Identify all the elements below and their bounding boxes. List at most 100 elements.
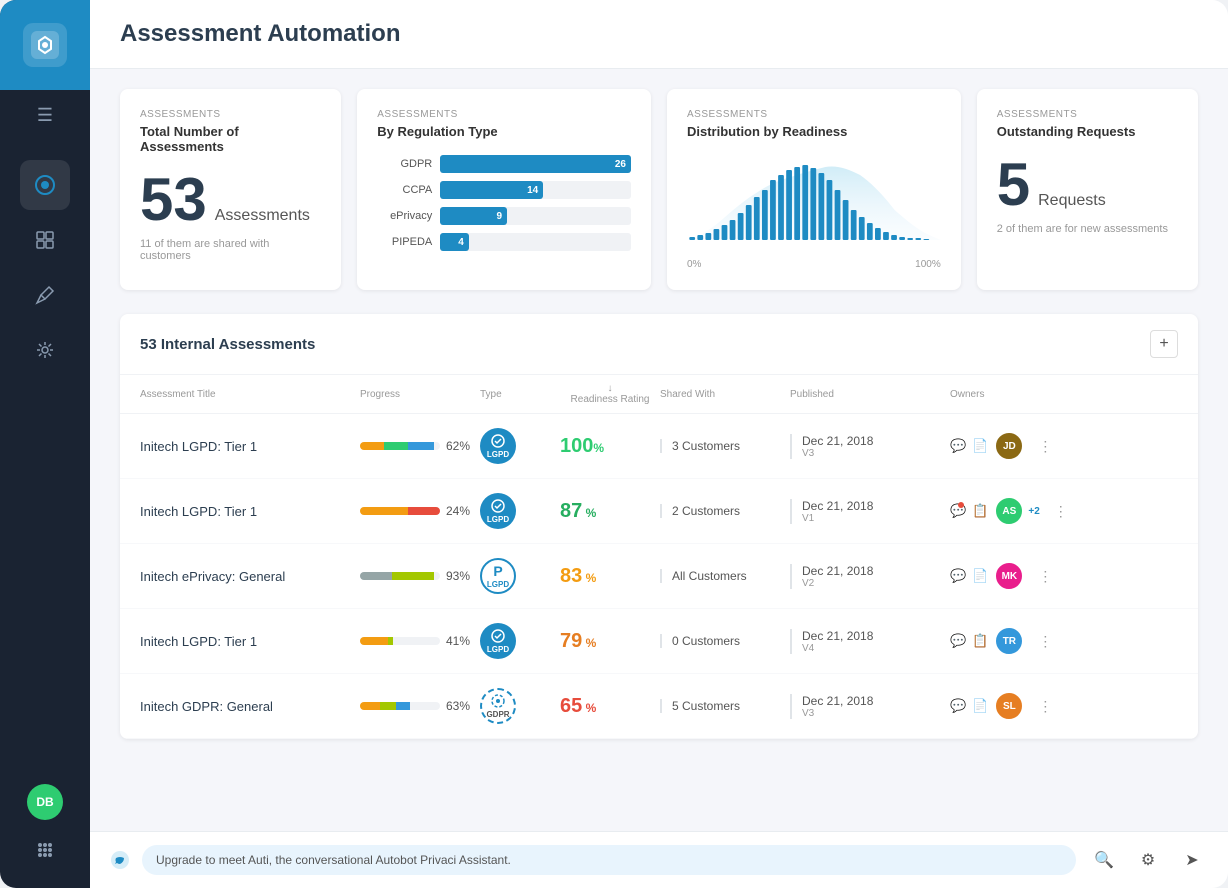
dist-chart-svg <box>687 155 941 245</box>
bar-fill-eprivacy: 9 <box>440 207 507 225</box>
sidebar-item-settings[interactable] <box>20 325 70 375</box>
row-4-title: Initech LGPD: Tier 1 <box>140 634 360 649</box>
page-header: Assessment Automation <box>90 0 1228 69</box>
row-3-progress-pct: 93% <box>446 569 470 583</box>
row-5-title: Initech GDPR: General <box>140 699 360 714</box>
sidebar-navigation <box>20 140 70 784</box>
col-owners: Owners <box>950 389 1030 400</box>
row-5-doc-icon[interactable]: 📄 <box>972 695 988 717</box>
row-2-readiness: 87 % <box>560 500 660 523</box>
add-assessment-button[interactable]: + <box>1150 330 1178 358</box>
row-1-chat-icon[interactable]: 💬 <box>950 435 966 457</box>
export-button[interactable]: ➤ <box>1176 844 1208 876</box>
row-5-pub-date: Dec 21, 2018 <box>802 694 950 708</box>
row-4-chat-icon[interactable]: 💬 <box>950 630 966 652</box>
col-readiness-arrow: ↓ <box>608 383 613 394</box>
table-row: Initech GDPR: General 63% <box>120 674 1198 739</box>
bar-label-pipeda: PIPEDA <box>377 236 432 248</box>
row-5-type: GDPR <box>480 688 516 724</box>
row-5-owner-avatar: SL <box>994 691 1024 721</box>
row-2-more-button[interactable]: ⋮ <box>1054 501 1068 521</box>
row-4-progress-pct: 41% <box>446 634 470 648</box>
dist-chart-container <box>687 155 941 255</box>
row-1-owner-avatar: JD <box>994 431 1024 461</box>
outstanding-card-title: Outstanding Requests <box>997 124 1178 139</box>
assessments-table: 53 Internal Assessments + Assessment Tit… <box>120 314 1198 739</box>
logo[interactable] <box>0 0 90 90</box>
bar-label-ccpa: CCPA <box>377 184 432 196</box>
bar-fill-gdpr: 26 <box>440 155 631 173</box>
filter-button[interactable]: ⚙ <box>1132 844 1164 876</box>
row-1-pub-date: Dec 21, 2018 <box>802 434 950 448</box>
row-1-version: V3 <box>802 448 950 459</box>
row-4-more-button[interactable]: ⋮ <box>1038 631 1052 651</box>
row-3-doc-icon[interactable]: 📄 <box>972 565 988 587</box>
bar-row-ccpa: CCPA 14 <box>377 181 631 199</box>
total-unit: Assessments <box>215 207 310 225</box>
bar-label-eprivacy: ePrivacy <box>377 210 432 222</box>
row-5-progress: 63% <box>360 699 480 713</box>
sidebar-item-dashboard[interactable] <box>20 215 70 265</box>
row-5-chat-icon[interactable]: 💬 <box>950 695 966 717</box>
row-4-actions: 💬 📋 TR ⋮ <box>950 626 1030 656</box>
row-5-more-button[interactable]: ⋮ <box>1038 696 1052 716</box>
row-3-chat-icon[interactable]: 💬 <box>950 565 966 587</box>
total-number-display: 53 Assessments <box>140 170 321 230</box>
row-4-doc-icon[interactable]: 📋 <box>972 630 988 652</box>
outstanding-count: 5 <box>997 155 1030 215</box>
stats-row: Assessments Total Number of Assessments … <box>120 89 1198 290</box>
dist-x-labels: 0% 100% <box>687 259 941 270</box>
row-2-pub-date: Dec 21, 2018 <box>802 499 950 513</box>
row-2-progress-pct: 24% <box>446 504 470 518</box>
row-4-version: V4 <box>802 643 950 654</box>
user-avatar[interactable]: DB <box>27 784 63 820</box>
total-section-label: Assessments <box>140 109 321 120</box>
row-1-progress-bar <box>360 442 440 450</box>
row-2-chat-icon[interactable]: 💬 <box>950 500 966 522</box>
row-3-shared: All Customers <box>660 569 790 583</box>
bar-fill-ccpa: 14 <box>440 181 543 199</box>
regulation-type-card: Assessments By Regulation Type GDPR 26 <box>357 89 651 290</box>
bar-label-gdpr: GDPR <box>377 158 432 170</box>
bar-track-gdpr: 26 <box>440 155 631 173</box>
row-1-published: Dec 21, 2018 V3 <box>790 434 950 459</box>
sidebar-bottom: DB <box>27 784 63 888</box>
col-type: Type <box>480 389 560 400</box>
row-2-version: V1 <box>802 513 950 524</box>
col-progress: Progress <box>360 389 480 400</box>
table-title: 53 Internal Assessments <box>140 336 315 353</box>
row-5-owners: SL <box>994 691 1024 721</box>
table-row: Initech LGPD: Tier 1 62% <box>120 414 1198 479</box>
dist-x-min: 0% <box>687 259 701 270</box>
row-5-progress-fill <box>360 702 440 710</box>
row-1-title: Initech LGPD: Tier 1 <box>140 439 360 454</box>
bar-value-gdpr: 26 <box>615 159 626 170</box>
sidebar-item-privacy[interactable] <box>20 160 70 210</box>
row-4-shared: 0 Customers <box>660 634 790 648</box>
row-2-doc-icon[interactable]: 📋 <box>972 500 988 522</box>
chat-bot-icon <box>110 850 130 870</box>
row-3-pub-date: Dec 21, 2018 <box>802 564 950 578</box>
row-5-published: Dec 21, 2018 V3 <box>790 694 950 719</box>
row-5-actions: 💬 📄 SL ⋮ <box>950 691 1030 721</box>
row-1-owners: JD <box>994 431 1024 461</box>
row-1-doc-icon[interactable]: 📄 <box>972 435 988 457</box>
outstanding-number-display: 5 Requests <box>997 155 1178 215</box>
search-button[interactable]: 🔍 <box>1088 844 1120 876</box>
row-5-progress-pct: 63% <box>446 699 470 713</box>
row-2-actions: 💬 📋 AS +2 ⋮ <box>950 496 1030 526</box>
col-title: Assessment Title <box>140 389 360 400</box>
row-1-more-button[interactable]: ⋮ <box>1038 436 1052 456</box>
row-3-published: Dec 21, 2018 V2 <box>790 564 950 589</box>
grid-icon[interactable] <box>27 832 63 868</box>
hamburger-menu-icon[interactable]: ☰ <box>0 90 90 140</box>
bar-value-eprivacy: 9 <box>496 211 502 222</box>
regulation-section-label: Assessments <box>377 109 631 120</box>
row-3-title: Initech ePrivacy: General <box>140 569 360 584</box>
row-1-progress-fill <box>360 442 440 450</box>
col-readiness: ↓ Readiness Rating <box>560 383 660 405</box>
row-3-more-button[interactable]: ⋮ <box>1038 566 1052 586</box>
total-count: 53 <box>140 170 207 230</box>
outstanding-section-label: Assessments <box>997 109 1178 120</box>
sidebar-item-tools[interactable] <box>20 270 70 320</box>
